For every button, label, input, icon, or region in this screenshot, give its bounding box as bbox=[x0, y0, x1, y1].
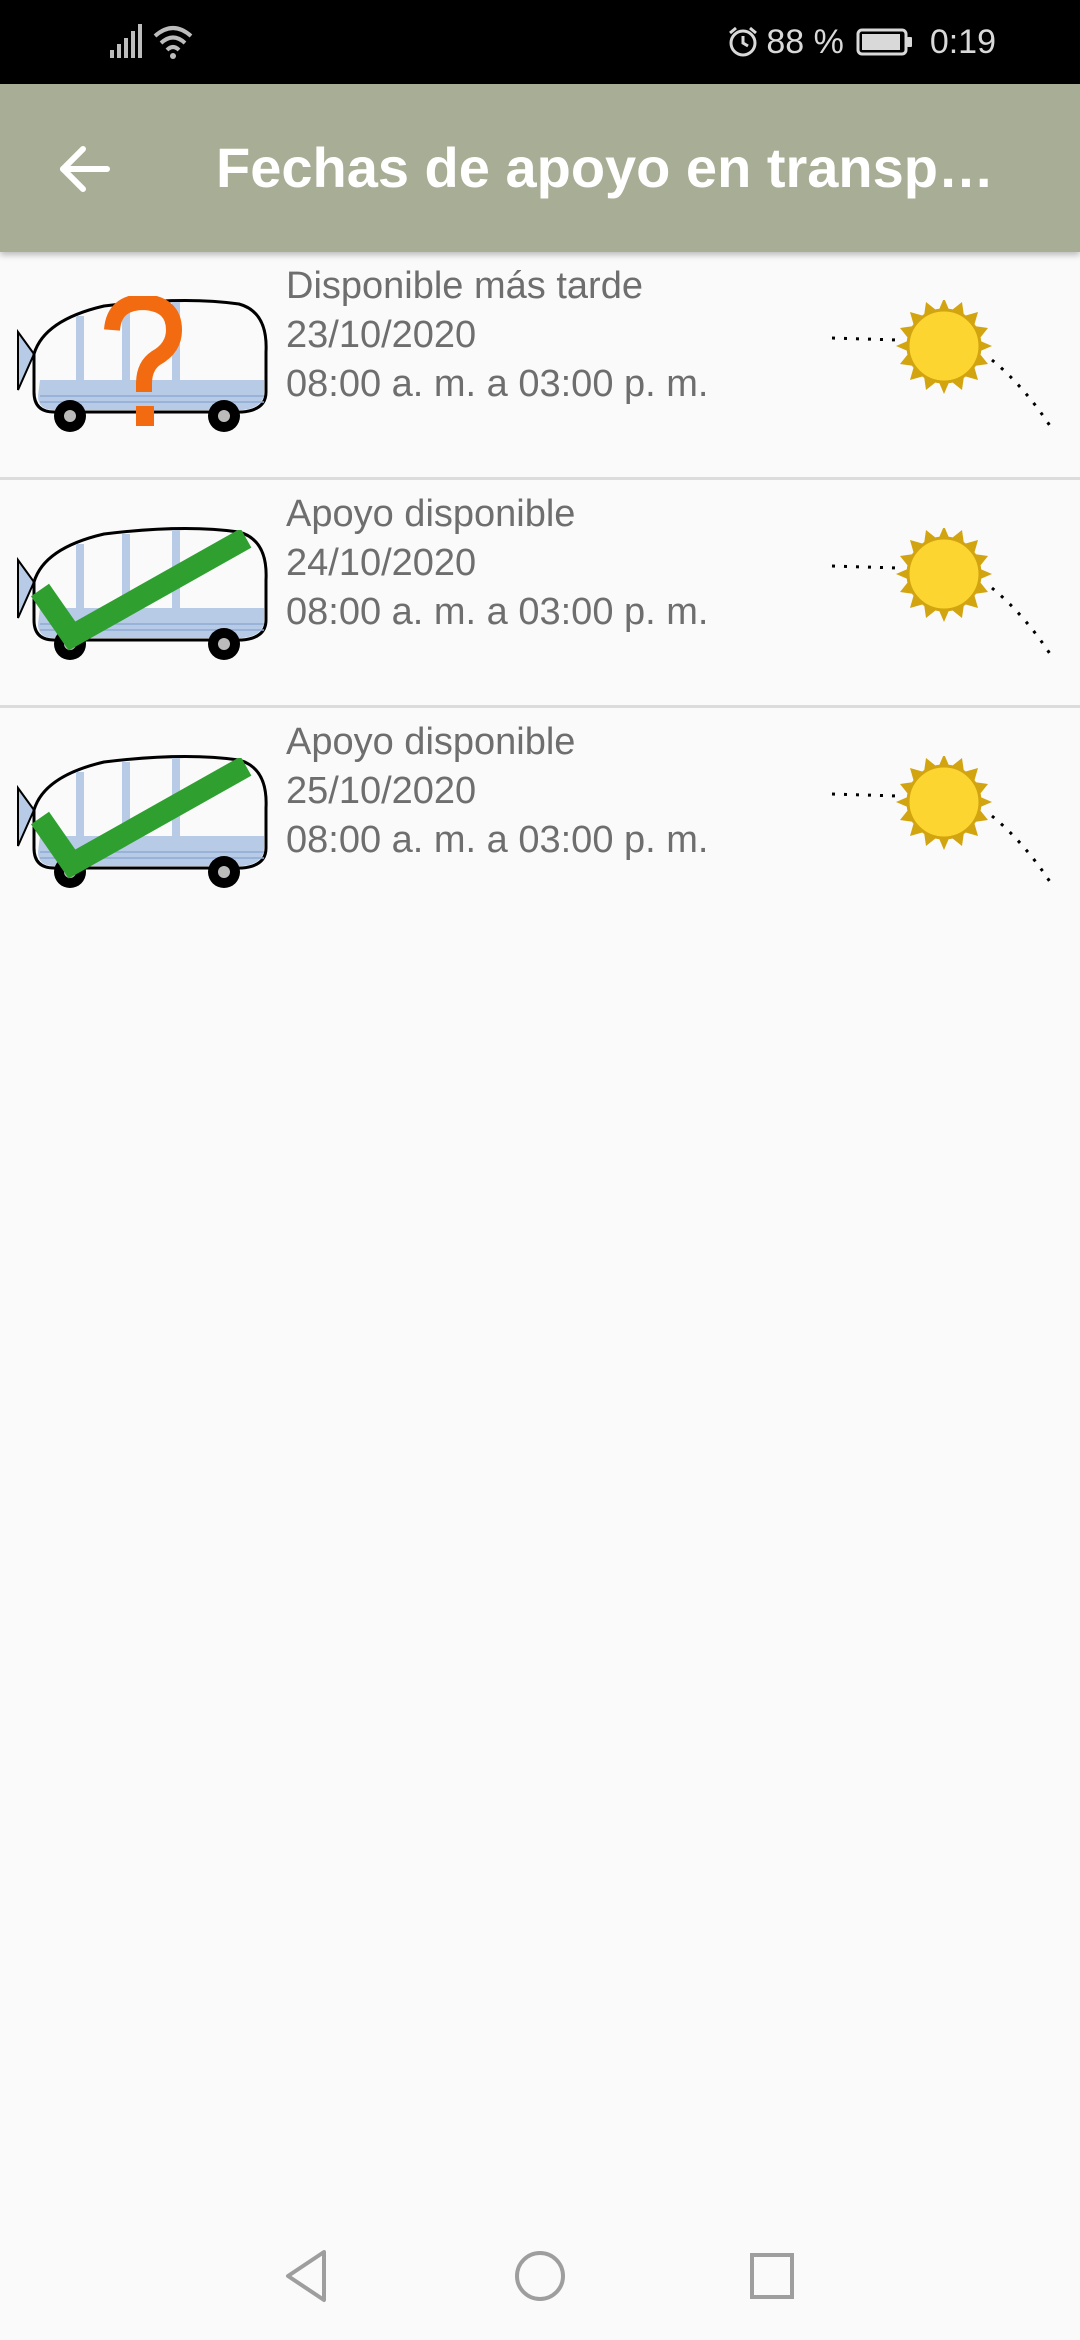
item-hours: 08:00 a. m. a 03:00 p. m. bbox=[286, 363, 709, 405]
back-button[interactable] bbox=[44, 134, 124, 204]
item-status: Apoyo disponible bbox=[286, 721, 576, 763]
wifi-icon bbox=[153, 26, 193, 59]
item-date: 25/10/2020 bbox=[286, 770, 477, 812]
sun-icon bbox=[831, 756, 1056, 889]
sun-icon bbox=[831, 300, 1056, 433]
alarm-icon bbox=[729, 26, 758, 57]
signal-icon bbox=[110, 24, 142, 58]
nav-recents-icon bbox=[750, 2253, 794, 2299]
item-date: 23/10/2020 bbox=[286, 314, 477, 356]
nav-recents-button[interactable] bbox=[744, 2246, 800, 2311]
item-status: Disponible más tarde bbox=[286, 265, 643, 307]
item-hours: 08:00 a. m. a 03:00 p. m. bbox=[286, 819, 709, 861]
list-item[interactable]: Apoyo disponible 24/10/2020 08:00 a. m. … bbox=[0, 480, 1080, 708]
battery-icon bbox=[856, 28, 912, 56]
item-text: Disponible más tarde 23/10/2020 08:00 a.… bbox=[286, 262, 708, 409]
arrow-left-icon bbox=[60, 146, 110, 192]
item-hours: 08:00 a. m. a 03:00 p. m. bbox=[286, 591, 709, 633]
battery-percent: 88 % bbox=[766, 22, 844, 61]
status-time: 0:19 bbox=[929, 22, 996, 61]
checkmark-icon bbox=[30, 530, 252, 651]
question-mark-icon bbox=[104, 296, 183, 426]
nav-home-button[interactable] bbox=[512, 2246, 568, 2311]
item-status: Apoyo disponible bbox=[286, 493, 576, 535]
item-text: Apoyo disponible 24/10/2020 08:00 a. m. … bbox=[286, 490, 708, 637]
checkmark-icon bbox=[30, 758, 252, 879]
page-title: Fechas de apoyo en transporte bbox=[216, 136, 1026, 199]
sun-icon bbox=[831, 528, 1056, 661]
navigation-bar bbox=[0, 2216, 1080, 2340]
list-item[interactable]: Disponible más tarde 23/10/2020 08:00 a.… bbox=[0, 252, 1080, 480]
list-item[interactable]: Apoyo disponible 25/10/2020 08:00 a. m. … bbox=[0, 708, 1080, 936]
screen: 88 % 0:19 Fechas de apoyo en transporte bbox=[0, 0, 1080, 2340]
item-text: Apoyo disponible 25/10/2020 08:00 a. m. … bbox=[286, 718, 708, 865]
nav-back-button[interactable] bbox=[280, 2246, 336, 2311]
date-list: Disponible más tarde 23/10/2020 08:00 a.… bbox=[0, 252, 1080, 936]
status-right-group: 88 % 0:19 bbox=[726, 0, 996, 84]
nav-home-icon bbox=[515, 2251, 565, 2301]
app-bar: Fechas de apoyo en transporte bbox=[0, 84, 1080, 252]
item-date: 24/10/2020 bbox=[286, 542, 477, 584]
nav-back-icon bbox=[286, 2250, 326, 2302]
status-bar: 88 % 0:19 bbox=[0, 0, 1080, 84]
